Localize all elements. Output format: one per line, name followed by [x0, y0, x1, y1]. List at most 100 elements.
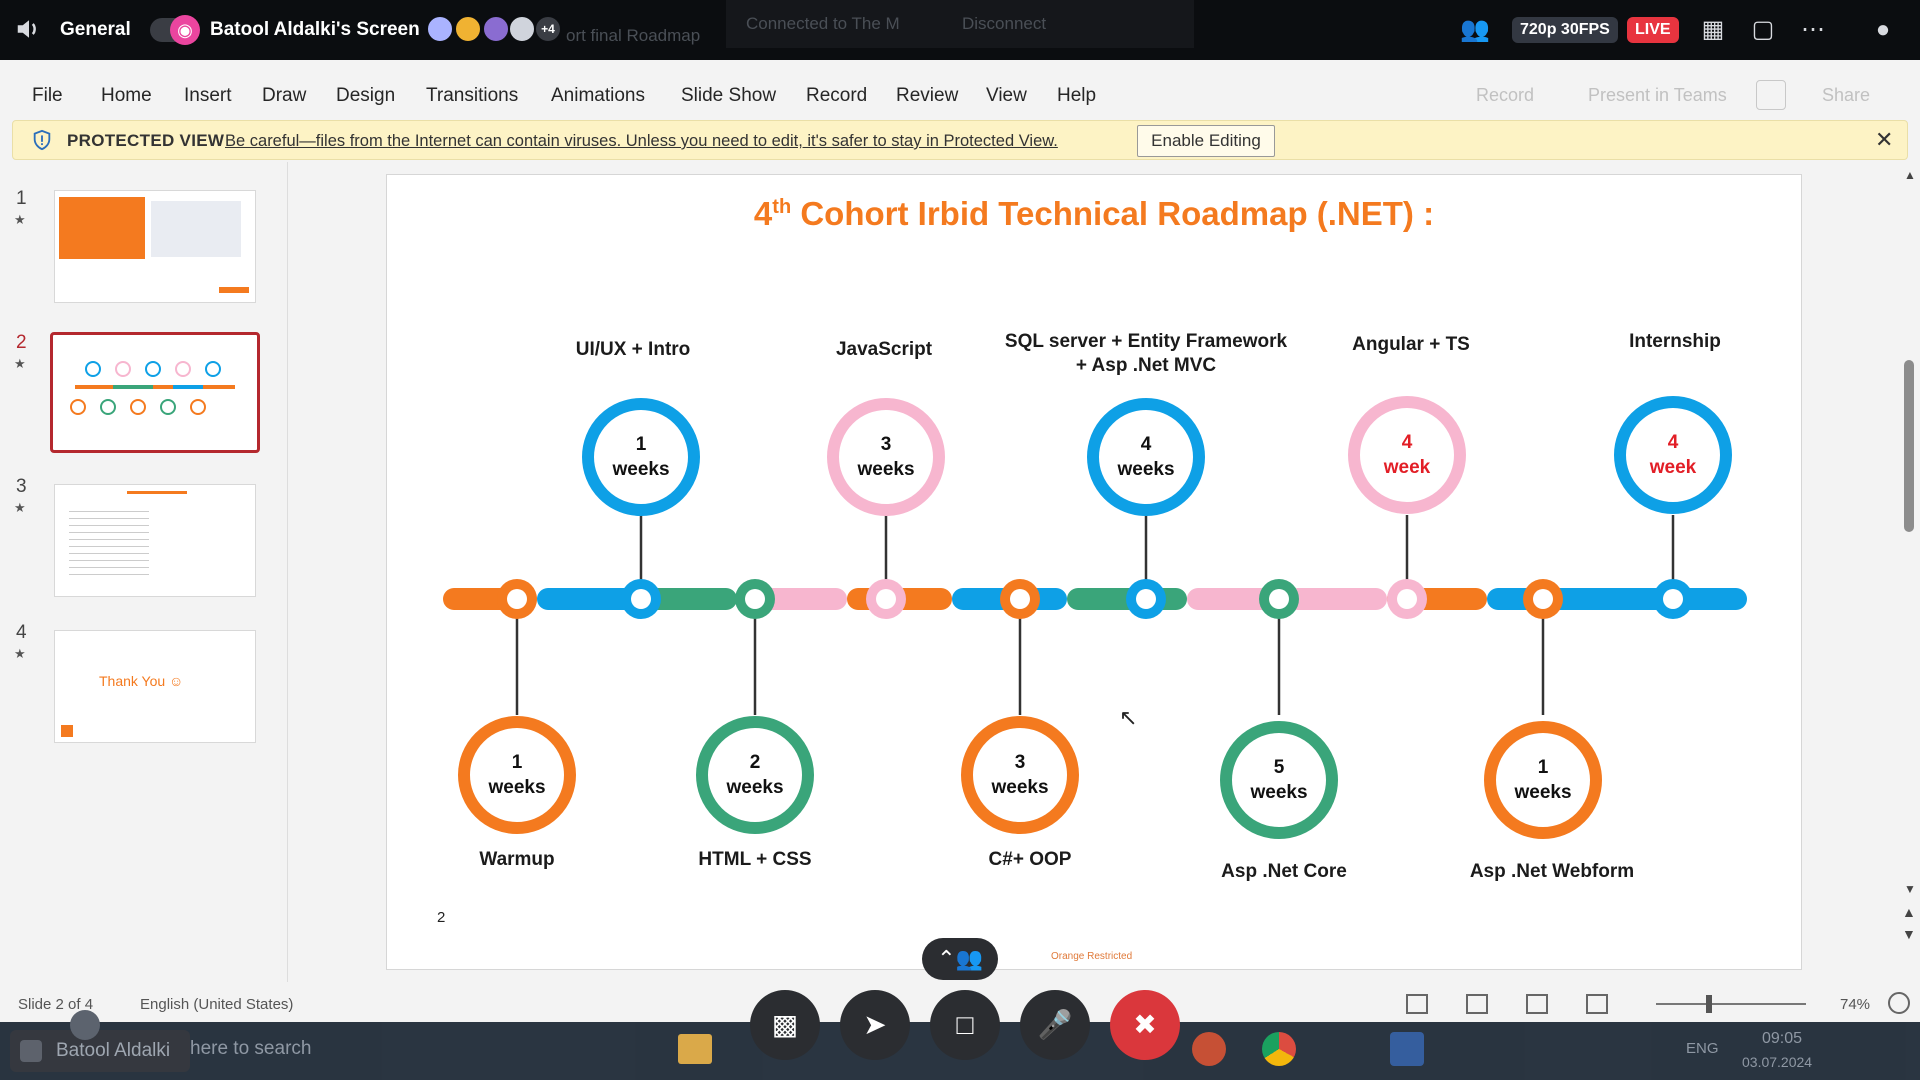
thumb-text-lines	[69, 505, 149, 575]
screen-share-button[interactable]: □	[930, 990, 1000, 1060]
timeline-node-center	[1269, 589, 1289, 609]
language-indicator[interactable]: English (United States)	[140, 996, 293, 1013]
leave-call-button[interactable]: ✖	[1110, 990, 1180, 1060]
menu-file[interactable]: File	[32, 85, 63, 107]
slide-number: 3	[16, 476, 27, 497]
menu-transitions[interactable]: Transitions	[426, 85, 518, 107]
weeks-number: 5	[1273, 757, 1285, 778]
milestone-label-bottom: Warmup	[479, 849, 555, 870]
milestone-label-top: UI/UX + Intro	[575, 339, 691, 360]
thumb-orange-block	[59, 197, 145, 259]
user-tag[interactable]: Batool Aldalki	[10, 1030, 190, 1072]
add-friend-icon[interactable]: 👥	[1458, 14, 1492, 46]
close-icon[interactable]: ✕	[1875, 127, 1893, 153]
timeline-node-center	[1397, 589, 1417, 609]
milestone-circle-bottom: 1 weeks	[1484, 721, 1602, 839]
slide-sorter-icon[interactable]	[1466, 994, 1488, 1014]
zoom-level[interactable]: 74%	[1840, 996, 1870, 1013]
menu-animations[interactable]: Animations	[551, 85, 645, 107]
fit-to-window-icon[interactable]	[1888, 992, 1910, 1014]
milestone-label-top: SQL server + Entity Framework	[1004, 331, 1288, 352]
ghost-disconnect-text: Disconnect	[962, 14, 1047, 33]
powerpoint-icon[interactable]	[1192, 1032, 1226, 1066]
milestone-label-bottom: Asp .Net Webform	[1469, 861, 1635, 882]
vertical-scrollbar[interactable]: ▲ ▼ ▲ ▼	[1898, 162, 1920, 982]
comments-icon[interactable]	[1756, 80, 1786, 110]
channel-name[interactable]: General	[60, 19, 131, 41]
menu-record[interactable]: Record	[806, 85, 867, 107]
enable-editing-button[interactable]: Enable Editing	[1137, 125, 1275, 157]
weeks-unit: weeks	[1250, 782, 1308, 803]
chat-icon[interactable]: ●	[1866, 14, 1900, 46]
activities-button[interactable]: ➤	[840, 990, 910, 1060]
milestone-circle-top: 4 week	[1614, 396, 1732, 514]
speaker-icon[interactable]	[12, 14, 46, 46]
notes-icon[interactable]	[1406, 994, 1428, 1014]
next-slide-icon[interactable]: ▼	[1902, 926, 1916, 942]
weeks-number: 4	[1401, 432, 1413, 453]
weeks-number: 1	[511, 752, 523, 773]
user-avatar	[20, 1040, 42, 1062]
thumb-logo	[61, 725, 73, 737]
ghost-window-title: ort final Roadmap	[566, 26, 701, 45]
menu-design[interactable]: Design	[336, 85, 395, 107]
weeks-number: 1	[1537, 757, 1549, 778]
animation-star-icon: ★	[14, 500, 26, 515]
menu-help[interactable]: Help	[1057, 85, 1096, 107]
milestone-circle-top: 1 weeks	[582, 398, 700, 516]
scroll-up-icon[interactable]: ▲	[1904, 168, 1916, 182]
more-options-icon[interactable]: ⋯	[1796, 14, 1830, 46]
camera-off-button[interactable]: ▩	[750, 990, 820, 1060]
share-button[interactable]: Share	[1822, 85, 1870, 106]
zoom-slider-thumb[interactable]	[1706, 995, 1712, 1013]
slide-thumbnail-1[interactable]	[54, 190, 256, 303]
protected-view-message[interactable]: Be careful—files from the Internet can c…	[225, 132, 1058, 151]
milestone-label-top: Angular + TS	[1352, 334, 1470, 355]
record-button[interactable]: Record	[1476, 85, 1534, 106]
scrollbar-thumb[interactable]	[1904, 360, 1914, 532]
clock-time[interactable]: 09:05	[1762, 1030, 1802, 1048]
scroll-down-icon[interactable]: ▼	[1904, 882, 1916, 896]
weeks-number: 1	[635, 434, 647, 455]
mute-button[interactable]: 🎤	[1020, 990, 1090, 1060]
viewer-avatar[interactable]	[454, 15, 482, 43]
milestone-label-bottom: C#+ OOP	[988, 849, 1072, 870]
weeks-unit: weeks	[1117, 459, 1175, 480]
chrome-icon[interactable]	[1262, 1032, 1296, 1066]
taskbar-search[interactable]: here to search	[190, 1038, 311, 1060]
word-icon[interactable]	[1390, 1032, 1424, 1066]
viewer-avatar[interactable]	[508, 15, 536, 43]
protected-view-label: PROTECTED VIEW	[67, 131, 225, 150]
viewer-more-count[interactable]: +4	[534, 15, 562, 43]
slide-thumbnail-4[interactable]: Thank You ☺	[54, 630, 256, 743]
slide-canvas[interactable]: 4th Cohort Irbid Technical Roadmap (.NET…	[386, 174, 1802, 970]
show-participants-button[interactable]: ⌃👥	[922, 938, 998, 980]
milestone-circle-bottom: 5 weeks	[1220, 721, 1338, 839]
language-indicator[interactable]: ENG	[1686, 1040, 1719, 1057]
slide-thumbnail-2-selected[interactable]	[50, 332, 260, 453]
viewer-avatar[interactable]	[482, 15, 510, 43]
thumb-thank-you-text: Thank You ☺	[99, 673, 184, 689]
popout-icon[interactable]: ▢	[1746, 14, 1780, 46]
menu-slide-show[interactable]: Slide Show	[681, 85, 776, 107]
clock-date[interactable]: 03.07.2024	[1742, 1054, 1812, 1070]
timeline-segment	[1287, 588, 1387, 610]
zoom-slider[interactable]	[1656, 1003, 1806, 1005]
slideshow-icon[interactable]	[1586, 994, 1608, 1014]
previous-slide-icon[interactable]: ▲	[1902, 904, 1916, 920]
classification-footer: Orange Restricted	[1051, 951, 1133, 962]
quality-badge[interactable]: 720p 30FPS	[1512, 17, 1618, 43]
viewer-avatar[interactable]	[426, 15, 454, 43]
present-in-teams-button[interactable]: Present in Teams	[1588, 85, 1727, 106]
weeks-number: 4	[1140, 434, 1152, 455]
file-explorer-icon[interactable]	[678, 1034, 712, 1064]
slide-thumbnail-3[interactable]	[54, 484, 256, 597]
menu-draw[interactable]: Draw	[262, 85, 306, 107]
emoji-icon[interactable]	[70, 1010, 100, 1040]
menu-home[interactable]: Home	[101, 85, 152, 107]
menu-review[interactable]: Review	[896, 85, 958, 107]
menu-insert[interactable]: Insert	[184, 85, 232, 107]
reading-view-icon[interactable]	[1526, 994, 1548, 1014]
menu-view[interactable]: View	[986, 85, 1027, 107]
grid-layout-icon[interactable]: ▦	[1696, 14, 1730, 46]
